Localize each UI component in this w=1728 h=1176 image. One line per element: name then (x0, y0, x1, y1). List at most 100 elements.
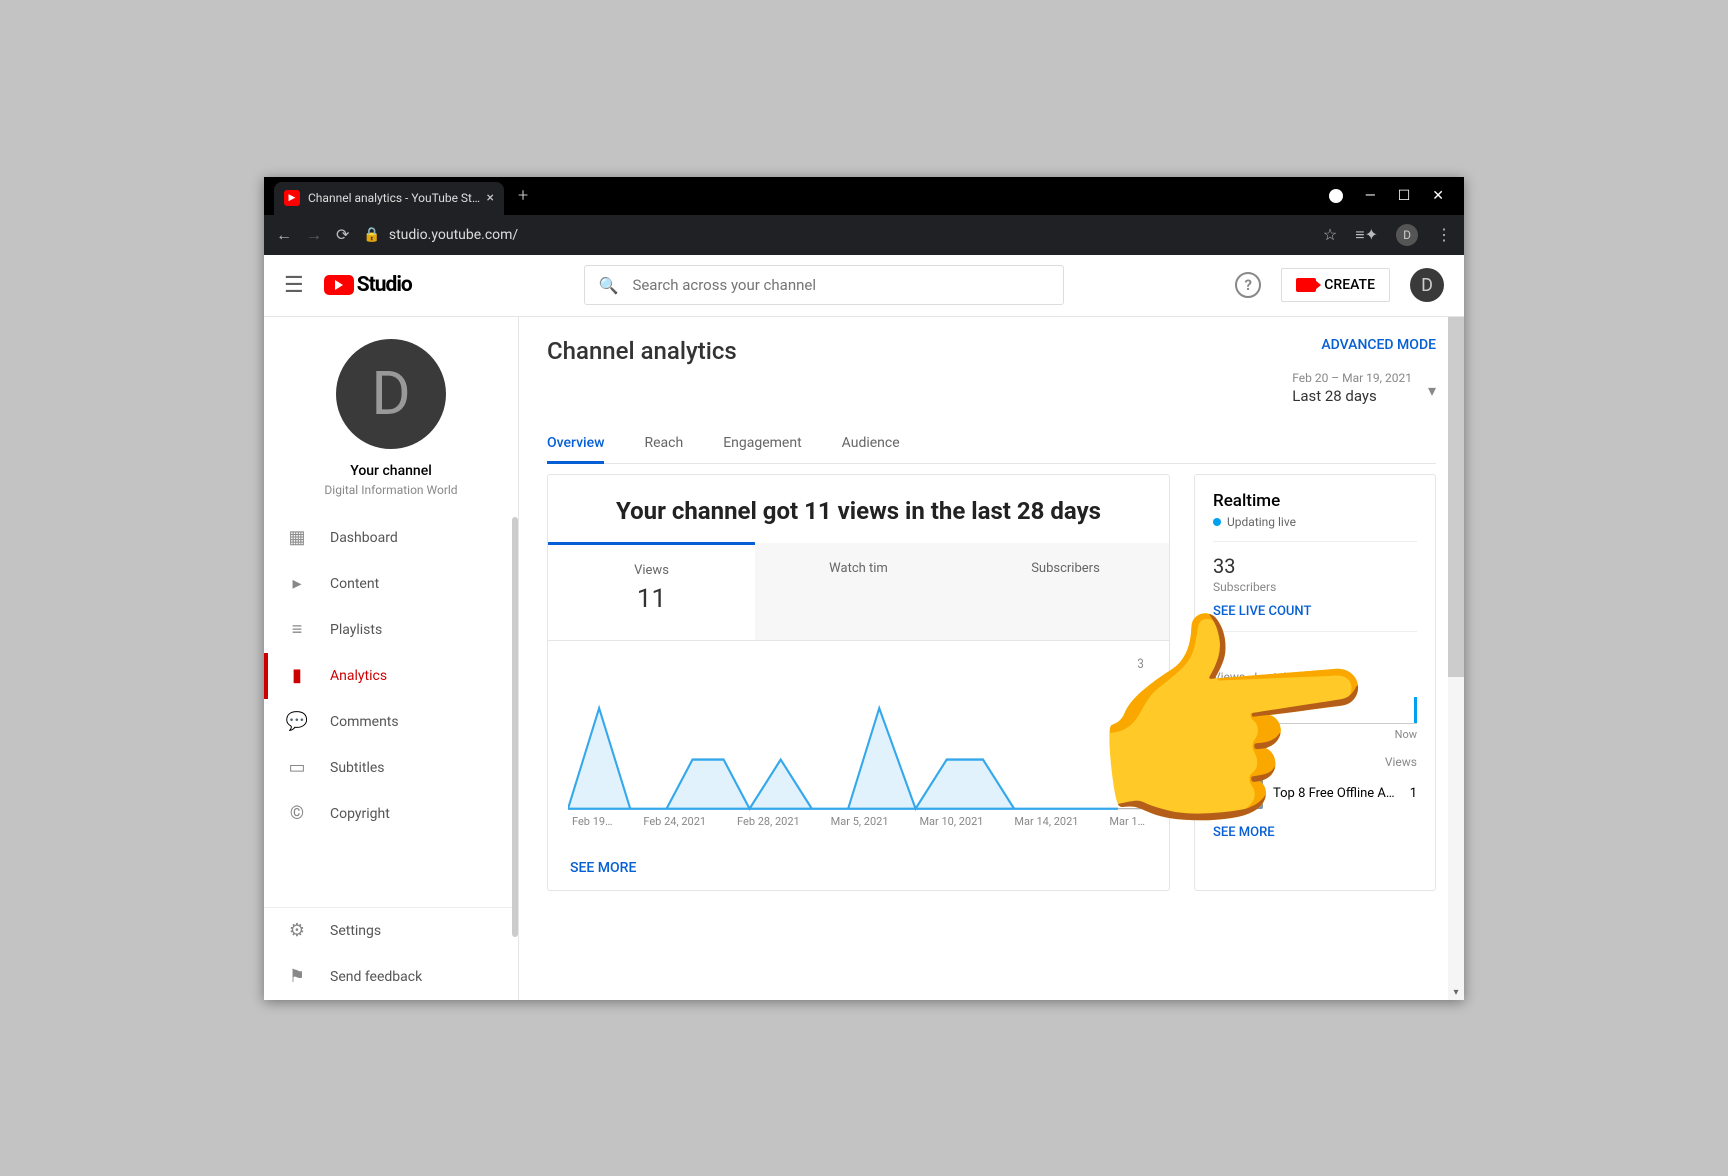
sidebar-item-dashboard[interactable]: ▦ Dashboard (264, 515, 518, 561)
sidebar-item-content[interactable]: ▸ Content (264, 561, 518, 607)
create-button[interactable]: CREATE (1281, 268, 1390, 302)
dashboard-icon: ▦ (286, 527, 308, 549)
close-window-icon[interactable]: ✕ (1432, 188, 1444, 204)
channel-avatar[interactable]: D (336, 339, 446, 449)
main-scrollbar[interactable]: ▴ ▾ (1448, 317, 1464, 1000)
main-content: Channel analytics ADVANCED MODE Feb 20 –… (519, 317, 1464, 1000)
chevron-down-icon: ▾ (1428, 381, 1436, 400)
help-icon[interactable]: ? (1235, 272, 1261, 298)
video-views: 1 (1410, 786, 1417, 801)
hamburger-icon[interactable]: ☰ (284, 273, 304, 298)
tab-reach[interactable]: Reach (644, 425, 683, 463)
browser-tab[interactable]: ▶ Channel analytics - YouTube Stud… × (274, 182, 504, 215)
kebab-menu-icon[interactable]: ⋮ (1436, 225, 1452, 244)
search-input[interactable] (632, 276, 1048, 294)
sidebar-items: ▦ Dashboard ▸ Content ≡Playlists ▮Analytic… (264, 515, 518, 907)
bookmark-icon[interactable]: ☆ (1323, 225, 1337, 244)
sidebar-item-subtitles[interactable]: ▭ Subtitles (264, 745, 518, 791)
app: ☰ Studio 🔍 ? CREATE D D Your channel (264, 255, 1464, 1000)
metric-tab-views[interactable]: Views 11 (548, 542, 755, 640)
window-controls: — ☐ ✕ (1329, 177, 1464, 215)
create-label: CREATE (1324, 277, 1375, 293)
playlists-icon: ≡ (286, 619, 308, 641)
create-video-icon (1296, 278, 1316, 292)
page-title: Channel analytics (547, 337, 737, 365)
metric-tab-watch-time[interactable]: Watch tim (755, 543, 962, 640)
copyright-icon: © (286, 803, 308, 825)
gear-icon: ⚙ (286, 920, 308, 942)
sidebar-item-label: Comments (330, 714, 399, 730)
analytics-tabs: Overview Reach Engagement Audience (547, 425, 1436, 464)
date-range-selector[interactable]: Feb 20 – Mar 19, 2021 Last 28 days ▾ (1292, 371, 1436, 405)
top-video-row[interactable]: Top 8 Free Offline A… 1 (1213, 779, 1417, 809)
subscriber-count: 33 (1213, 554, 1417, 578)
profile-badge[interactable]: D (1396, 224, 1418, 246)
tab-title: Channel analytics - YouTube Stud… (308, 191, 481, 205)
browser-window: ▶ Channel analytics - YouTube Stud… × + … (264, 177, 1464, 1000)
metric-tabs: Views 11 Watch tim Subscribers (548, 543, 1169, 641)
metrics-card: Your channel got 11 views in the last 28… (547, 474, 1170, 891)
reload-icon[interactable]: ⟳ (336, 225, 349, 244)
scroll-thumb[interactable] (1448, 317, 1464, 677)
updating-live: Updating live (1213, 515, 1417, 529)
sidebar-item-label: Dashboard (330, 530, 398, 546)
realtime-views-count: 1 (1213, 644, 1417, 668)
sidebar-item-label: Content (330, 576, 379, 592)
see-more-link[interactable]: SEE MORE (548, 846, 658, 890)
url-field[interactable]: 🔒 studio.youtube.com/ (363, 227, 1309, 243)
sidebar-item-playlists[interactable]: ≡Playlists (264, 607, 518, 653)
app-header: ☰ Studio 🔍 ? CREATE D (264, 255, 1464, 317)
tab-engagement[interactable]: Engagement (723, 425, 801, 463)
tab-audience[interactable]: Audience (842, 425, 900, 463)
range-label: Last 28 days (1292, 387, 1412, 405)
sidebar-item-copyright[interactable]: ©Copyright (264, 791, 518, 837)
sidebar-item-feedback[interactable]: ⚑Send feedback (264, 954, 518, 1000)
metric-value: 11 (558, 584, 745, 614)
realtime-see-more-link[interactable]: SEE MORE (1213, 825, 1275, 840)
minimize-icon[interactable]: — (1365, 188, 1376, 204)
account-avatar[interactable]: D (1410, 268, 1444, 302)
sidebar-item-label: Subtitles (330, 760, 385, 776)
youtube-favicon-icon: ▶ (284, 190, 300, 206)
sidebar-scrollbar[interactable] (512, 517, 518, 937)
browser-chrome: ▶ Channel analytics - YouTube Stud… × + … (264, 177, 1464, 255)
search-box[interactable]: 🔍 (584, 265, 1064, 305)
scroll-down-icon[interactable]: ▾ (1448, 987, 1464, 998)
close-tab-icon[interactable]: × (487, 190, 494, 206)
analytics-icon: ▮ (286, 665, 308, 687)
advanced-mode-link[interactable]: ADVANCED MODE (1321, 337, 1436, 353)
search-icon: 🔍 (599, 276, 619, 295)
back-icon[interactable]: ← (276, 225, 292, 245)
sidebar-item-label: Settings (330, 923, 381, 939)
realtime-sparkline (1213, 692, 1417, 724)
sidebar-item-settings[interactable]: ⚙ Settings (264, 908, 518, 954)
extension-icon[interactable] (1329, 189, 1343, 203)
realtime-views-label: Views · Last 48 hours (1213, 670, 1417, 684)
see-live-count-link[interactable]: SEE LIVE COUNT (1213, 604, 1311, 619)
url-text: studio.youtube.com/ (389, 227, 518, 243)
chart-x-axis: Feb 19… Feb 24, 2021 Feb 28, 2021 Mar 5,… (568, 815, 1149, 828)
subtitles-icon: ▭ (286, 757, 308, 779)
content-icon: ▸ (286, 573, 308, 595)
app-body: D Your channel Digital Information World… (264, 317, 1464, 1000)
metric-label: Subscribers (972, 561, 1159, 576)
svg-text:2: 2 (1137, 702, 1144, 717)
top-videos-label: Top videos (1213, 755, 1271, 769)
tab-overview[interactable]: Overview (547, 425, 604, 464)
subscriber-label: Subscribers (1213, 580, 1417, 594)
forward-icon[interactable]: → (306, 225, 322, 245)
address-bar: ← → ⟳ 🔒 studio.youtube.com/ ☆ ≡✦ D ⋮ (264, 215, 1464, 255)
video-title: Top 8 Free Offline A… (1273, 786, 1400, 801)
sidebar-footer: ⚙ Settings ⚑Send feedback (264, 907, 518, 1000)
maximize-icon[interactable]: ☐ (1398, 188, 1411, 204)
sidebar: D Your channel Digital Information World… (264, 317, 519, 1000)
sidebar-item-analytics[interactable]: ▮Analytics (264, 653, 518, 699)
svg-text:0: 0 (1137, 793, 1144, 808)
lock-icon: 🔒 (363, 227, 380, 243)
reading-list-icon[interactable]: ≡✦ (1355, 225, 1378, 245)
sidebar-item-comments[interactable]: 💬Comments (264, 699, 518, 745)
new-tab-button[interactable]: + (518, 185, 528, 206)
svg-text:3: 3 (1137, 656, 1143, 671)
studio-logo[interactable]: Studio (324, 273, 412, 297)
metric-tab-subscribers[interactable]: Subscribers (962, 543, 1169, 640)
